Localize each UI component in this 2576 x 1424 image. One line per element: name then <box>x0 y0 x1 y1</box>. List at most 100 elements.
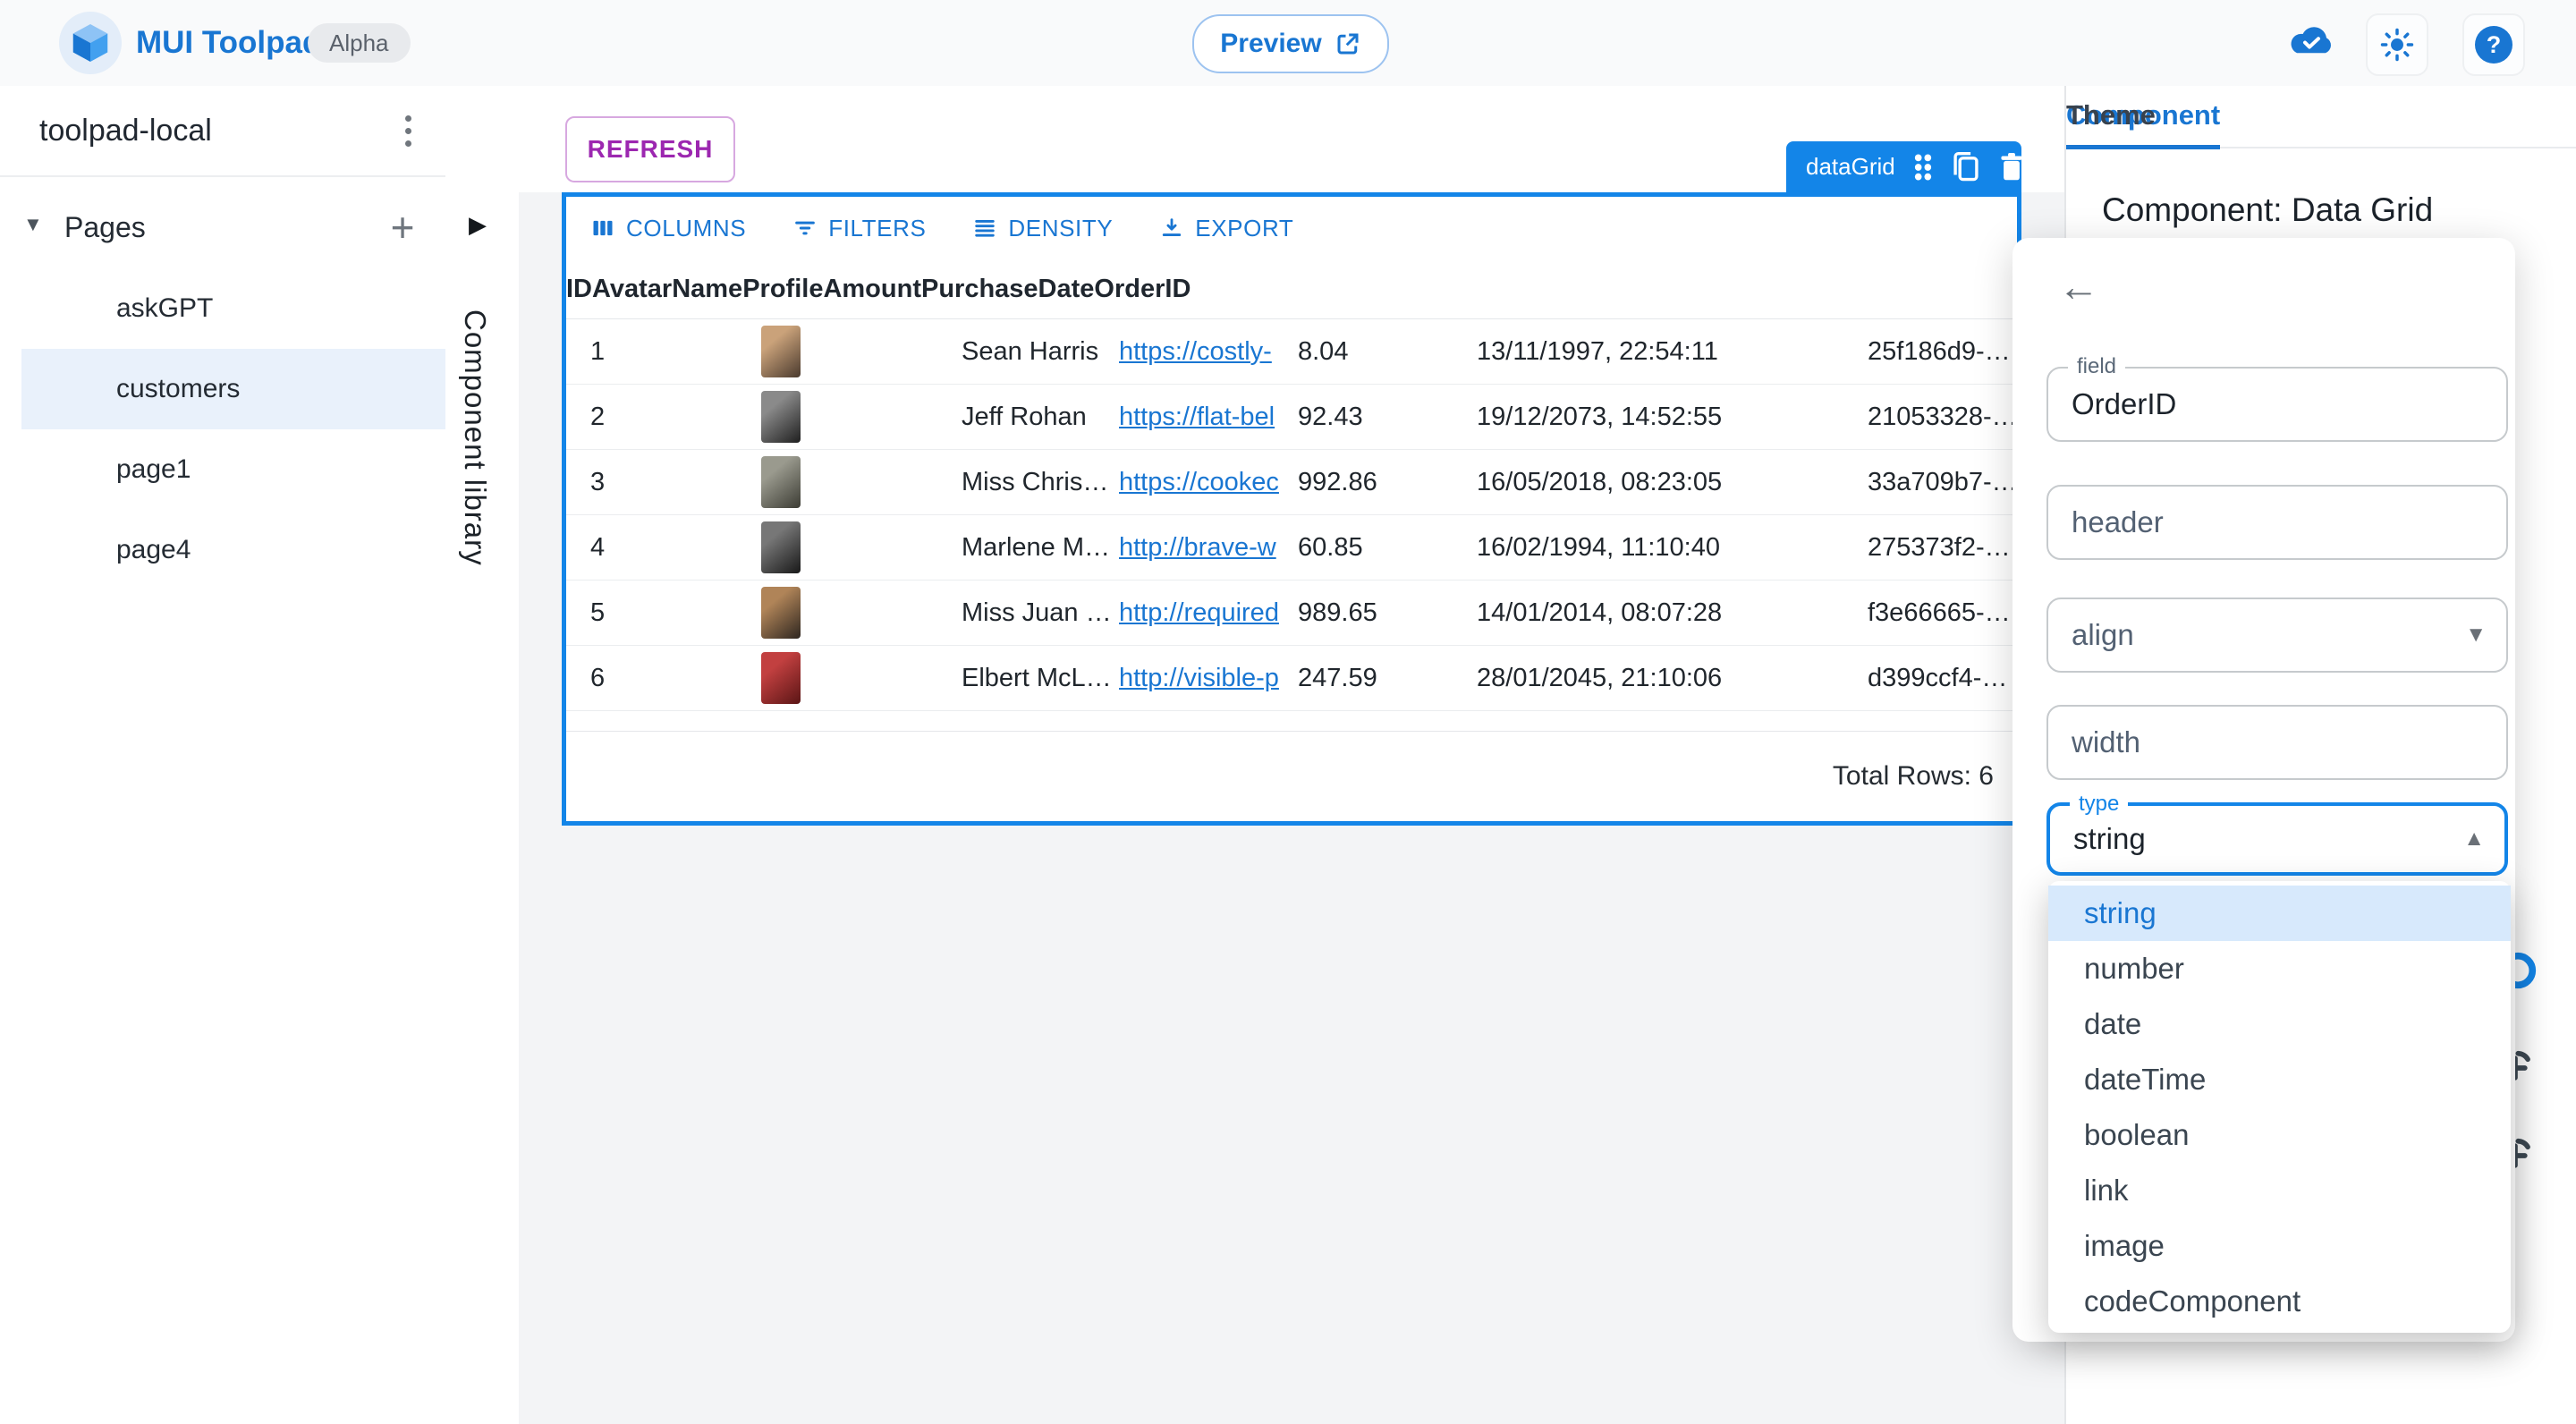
cell-id[interactable]: 4 <box>566 533 761 563</box>
cell-purchase-date[interactable]: 19/12/2073, 14:52:55 <box>1477 403 1868 432</box>
field-input[interactable]: field OrderID <box>2046 354 2508 442</box>
selection-chip[interactable]: dataGrid <box>1786 141 2022 192</box>
cell-profile[interactable]: http://required <box>1119 598 1298 628</box>
inspector-tab[interactable]: Theme <box>2066 86 2156 145</box>
table-row[interactable]: 1 Sean Harris https://costly- 8.04 13/11… <box>566 319 2017 385</box>
table-row[interactable]: 6 Elbert McL… http://visible-p 247.59 28… <box>566 646 2017 711</box>
cell-purchase-date[interactable]: 16/02/1994, 11:10:40 <box>1477 533 1868 563</box>
cell-profile[interactable]: http://visible-p <box>1119 664 1298 693</box>
sidebar-page-item[interactable]: page1 <box>21 429 445 510</box>
profile-link[interactable]: http://required <box>1119 598 1279 627</box>
table-row[interactable]: 5 Miss Juan … http://required 989.65 14/… <box>566 581 2017 646</box>
cell-amount[interactable]: 60.85 <box>1298 533 1477 563</box>
column-header[interactable]: OrderID <box>1094 275 1191 304</box>
width-input[interactable]: width <box>2046 705 2508 780</box>
cell-order-id[interactable]: d399ccf4-… <box>1868 664 2017 693</box>
cell-order-id[interactable]: 33a709b7-… <box>1868 468 2017 497</box>
cell-name[interactable]: Miss Chris… <box>962 468 1119 497</box>
chevron-down-icon[interactable]: ▼ <box>2465 623 2487 648</box>
cell-amount[interactable]: 992.86 <box>1298 468 1477 497</box>
cell-amount[interactable]: 8.04 <box>1298 337 1477 367</box>
cell-name[interactable]: Miss Juan … <box>962 598 1119 628</box>
cell-amount[interactable]: 247.59 <box>1298 664 1477 693</box>
cell-id[interactable]: 5 <box>566 598 761 628</box>
type-option[interactable]: image <box>2048 1218 2511 1274</box>
drag-indicator-icon[interactable] <box>1911 152 1935 182</box>
type-option[interactable]: codeComponent <box>2048 1274 2511 1329</box>
cell-profile[interactable]: https://cookec <box>1119 468 1298 497</box>
refresh-button[interactable]: REFRESH <box>565 116 735 182</box>
project-menu-button[interactable] <box>388 109 428 152</box>
cell-id[interactable]: 2 <box>566 403 761 432</box>
help-button[interactable]: ? <box>2462 13 2525 76</box>
profile-link[interactable]: https://cookec <box>1119 468 1279 496</box>
columns-button[interactable]: COLUMNS <box>590 215 746 242</box>
type-option[interactable]: dateTime <box>2048 1052 2511 1107</box>
column-header[interactable]: ID <box>566 275 592 304</box>
table-row[interactable]: 2 Jeff Rohan https://flat-bel 92.43 19/1… <box>566 385 2017 450</box>
expand-arrow-icon[interactable]: ▶ <box>469 211 487 239</box>
export-button[interactable]: EXPORT <box>1159 215 1293 242</box>
column-header[interactable]: Profile <box>742 275 823 304</box>
cell-name[interactable]: Marlene M… <box>962 533 1119 563</box>
sidebar-page-item[interactable]: askGPT <box>21 268 445 349</box>
light-mode-button[interactable] <box>2366 13 2428 76</box>
align-select[interactable]: align ▼ <box>2046 598 2508 673</box>
datagrid-component[interactable]: COLUMNS FILTERS DENSITY EXPORT ID Avatar… <box>562 192 2021 826</box>
duplicate-icon[interactable] <box>1951 150 1981 184</box>
column-header[interactable]: Amount <box>823 275 921 304</box>
column-header[interactable]: Avatar <box>592 275 672 304</box>
cell-avatar[interactable] <box>761 521 962 573</box>
profile-link[interactable]: https://costly- <box>1119 337 1272 366</box>
cell-avatar[interactable] <box>761 456 962 508</box>
collapse-caret-icon[interactable]: ▼ <box>23 213 43 236</box>
profile-link[interactable]: http://visible-p <box>1119 664 1279 692</box>
cell-profile[interactable]: https://flat-bel <box>1119 403 1298 432</box>
add-page-button[interactable]: + <box>377 200 428 254</box>
delete-icon[interactable] <box>1997 151 2026 183</box>
chevron-up-icon[interactable]: ▲ <box>2463 826 2485 852</box>
cell-purchase-date[interactable]: 28/01/2045, 21:10:06 <box>1477 664 1868 693</box>
preview-button[interactable]: Preview <box>1192 14 1389 73</box>
table-row[interactable]: 4 Marlene M… http://brave-w 60.85 16/02/… <box>566 515 2017 581</box>
cell-amount[interactable]: 92.43 <box>1298 403 1477 432</box>
back-button[interactable]: ← <box>2054 261 2104 311</box>
type-select[interactable]: type string ▲ <box>2046 792 2508 876</box>
type-option[interactable]: string <box>2048 886 2511 941</box>
component-library-rail[interactable]: ▶ Component library <box>445 86 521 1424</box>
cell-profile[interactable]: https://costly- <box>1119 337 1298 367</box>
cell-name[interactable]: Elbert McL… <box>962 664 1119 693</box>
type-option[interactable]: boolean <box>2048 1107 2511 1163</box>
type-option[interactable]: number <box>2048 941 2511 996</box>
cell-name[interactable]: Jeff Rohan <box>962 403 1119 432</box>
cloud-done-icon[interactable] <box>2286 23 2336 59</box>
filters-button[interactable]: FILTERS <box>792 215 926 242</box>
profile-link[interactable]: http://brave-w <box>1119 533 1276 562</box>
cell-avatar[interactable] <box>761 391 962 443</box>
cell-profile[interactable]: http://brave-w <box>1119 533 1298 563</box>
cell-purchase-date[interactable]: 16/05/2018, 08:23:05 <box>1477 468 1868 497</box>
cell-id[interactable]: 1 <box>566 337 761 367</box>
sidebar-page-item[interactable]: customers <box>21 349 445 429</box>
column-header[interactable]: Name <box>672 275 742 304</box>
cell-order-id[interactable]: 21053328-… <box>1868 403 2017 432</box>
cell-order-id[interactable]: 275373f2-… <box>1868 533 2017 563</box>
cell-purchase-date[interactable]: 13/11/1997, 22:54:11 <box>1477 337 1868 367</box>
column-header[interactable]: PurchaseDate <box>921 275 1094 304</box>
cell-id[interactable]: 3 <box>566 468 761 497</box>
cell-avatar[interactable] <box>761 587 962 639</box>
cell-order-id[interactable]: f3e66665-… <box>1868 598 2017 628</box>
type-option[interactable]: date <box>2048 996 2511 1052</box>
cell-name[interactable]: Sean Harris <box>962 337 1119 367</box>
cell-avatar[interactable] <box>761 326 962 377</box>
sidebar-page-item[interactable]: page4 <box>21 510 445 590</box>
cell-avatar[interactable] <box>761 652 962 704</box>
cell-amount[interactable]: 989.65 <box>1298 598 1477 628</box>
density-button[interactable]: DENSITY <box>972 215 1113 242</box>
cell-purchase-date[interactable]: 14/01/2014, 08:07:28 <box>1477 598 1868 628</box>
header-input[interactable]: header <box>2046 485 2508 560</box>
type-option[interactable]: link <box>2048 1163 2511 1218</box>
cell-order-id[interactable]: 25f186d9-… <box>1868 337 2017 367</box>
profile-link[interactable]: https://flat-bel <box>1119 403 1275 431</box>
cell-id[interactable]: 6 <box>566 664 761 693</box>
